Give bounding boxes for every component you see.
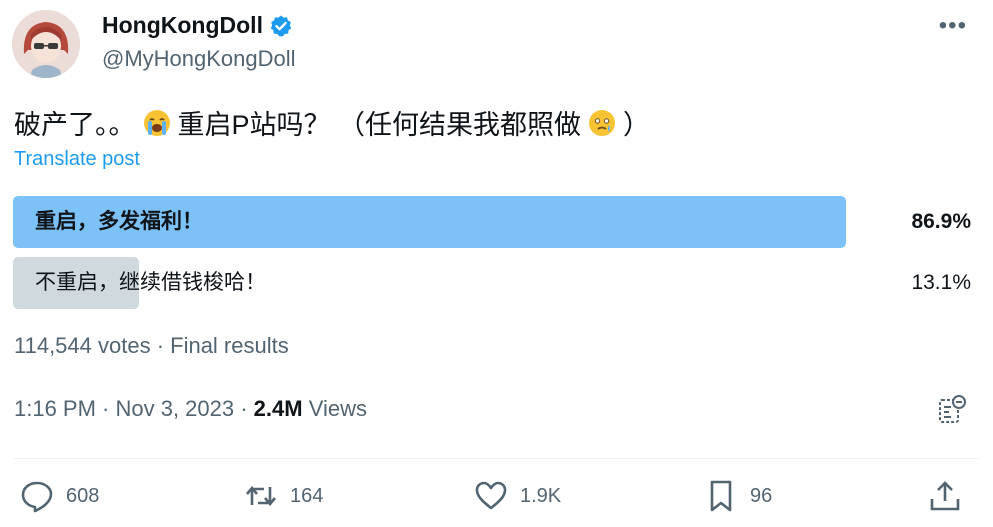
bookmark-button[interactable]: 96: [704, 478, 772, 514]
share-icon: [930, 481, 960, 511]
share-button[interactable]: [928, 478, 962, 514]
author-handle[interactable]: @MyHongKongDoll: [102, 46, 296, 72]
poll-option-percent: 86.9%: [911, 210, 971, 233]
face-holding-back-tears-icon: [589, 109, 616, 136]
poll-option-percent: 13.1%: [911, 271, 971, 294]
verified-badge-icon: [270, 15, 292, 36]
translate-post-link[interactable]: Translate post: [14, 148, 140, 171]
more-options-icon[interactable]: •••: [939, 14, 967, 38]
repost-count: 164: [290, 484, 324, 507]
poll-option: 重启，多发福利！ 86.9%: [13, 196, 971, 248]
reply-button[interactable]: 608: [20, 478, 99, 514]
tweet-text-part3: ）: [623, 110, 651, 140]
poll-option: 不重启，继续借钱梭哈！ 13.1%: [13, 257, 971, 309]
tweet-meta: 1:16 PM · Nov 3, 2023 · 2.4M Views: [14, 396, 367, 422]
tweet-card: HongKongDoll @MyHongKongDoll ••• 破产了。。 重…: [0, 0, 993, 527]
tweet-text-part2: 重启P站吗？ （任何结果我都照做: [177, 110, 582, 140]
tweet-text-part1: 破产了。。: [14, 110, 136, 140]
avatar-icon: [12, 10, 80, 78]
poll-option-label: 重启，多发福利！: [35, 210, 203, 233]
loudly-crying-face-icon: [143, 109, 170, 136]
views-count: 2.4M: [253, 396, 303, 421]
like-button[interactable]: 1.9K: [474, 478, 561, 514]
author-name[interactable]: HongKongDoll: [102, 12, 293, 39]
timestamp[interactable]: 1:16 PM · Nov 3, 2023 ·: [14, 396, 254, 421]
heart-icon: [475, 481, 507, 510]
poll-summary: 114,544 votes · Final results: [14, 333, 289, 358]
reply-count: 608: [66, 484, 100, 507]
action-bar: 608 164 1.9K 96: [0, 478, 993, 518]
divider: [14, 458, 979, 459]
author-name-text: HongKongDoll: [102, 12, 263, 38]
views-label: Views: [302, 396, 367, 421]
repost-button[interactable]: 164: [244, 478, 323, 514]
bookmark-icon: [710, 480, 732, 512]
bookmark-count: 96: [750, 484, 773, 507]
analytics-icon[interactable]: [937, 394, 967, 426]
tweet-text: 破产了。。 重启P站吗？ （任何结果我都照做 ）: [14, 103, 650, 142]
like-count: 1.9K: [520, 484, 562, 507]
repost-icon: [246, 485, 276, 507]
reply-icon: [21, 481, 53, 513]
avatar[interactable]: [12, 10, 80, 78]
poll-option-label: 不重启，继续借钱梭哈！: [35, 271, 266, 294]
